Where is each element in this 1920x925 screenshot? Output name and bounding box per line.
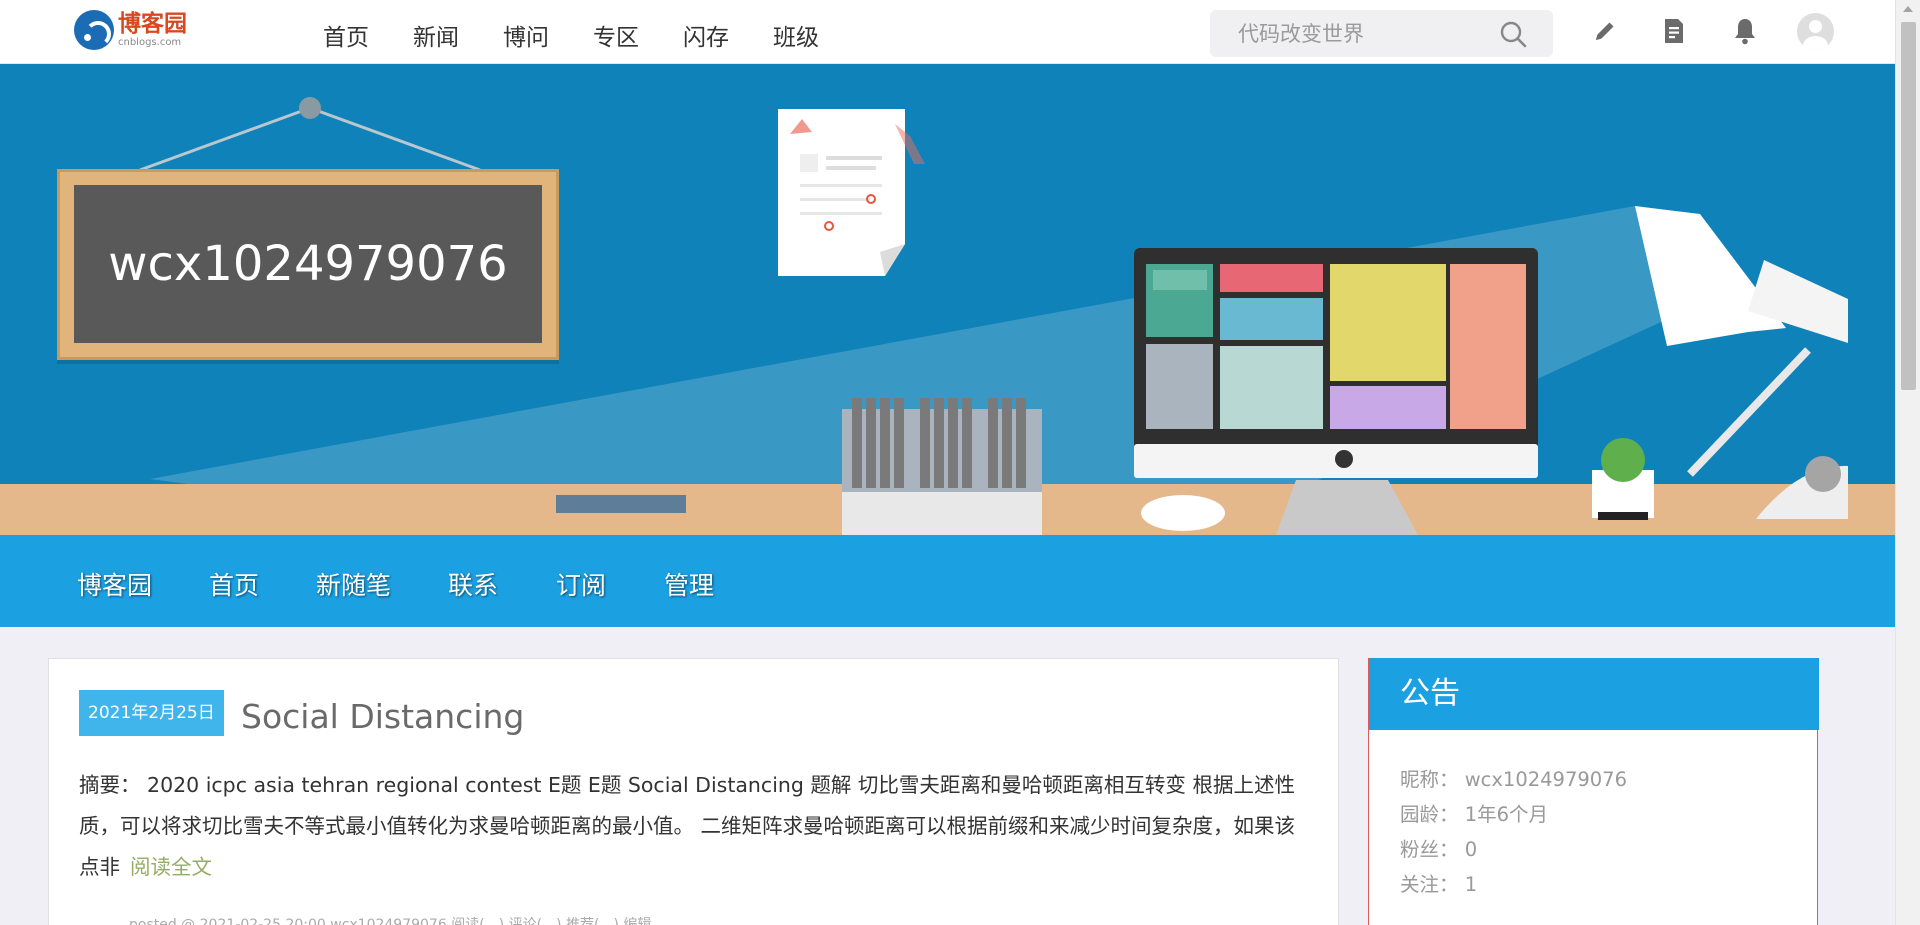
blog-nav-new-post[interactable]: 新随笔: [316, 566, 391, 602]
search-box: [1210, 10, 1553, 57]
post-meta: posted @ 2021-02-25 20:00 wcx1024979076 …: [129, 917, 652, 925]
summary-text: 2020 icpc asia tehran regional contest E…: [79, 773, 1296, 879]
cnblogs-logo[interactable]: 博客园 cnblogs.com: [74, 10, 187, 50]
blog-nav: 博客园 首页 新随笔 联系 订阅 管理: [0, 535, 1895, 627]
notice-title: 公告: [1369, 658, 1819, 730]
notice-panel: 公告 昵称： wcx1024979076 园龄： 1年6个月 粉丝： 0 关注：…: [1368, 658, 1819, 925]
profile-row-followers: 粉丝： 0: [1400, 832, 1627, 867]
edit-icon[interactable]: [1590, 16, 1620, 46]
followers-value[interactable]: 0: [1465, 838, 1477, 861]
blog-nav-contact[interactable]: 联系: [448, 566, 498, 602]
search-input[interactable]: [1238, 20, 1488, 48]
following-label: 关注：: [1400, 873, 1459, 896]
blog-nav-home[interactable]: 首页: [209, 566, 259, 602]
page-scrollbar[interactable]: [1895, 0, 1920, 925]
post-date: 2021年2月25日: [79, 690, 224, 736]
nav-home[interactable]: 首页: [323, 18, 369, 52]
nail-icon: [299, 97, 321, 119]
profile-info: 昵称： wcx1024979076 园龄： 1年6个月 粉丝： 0 关注： 1: [1400, 762, 1627, 902]
post-card: 2021年2月25日 Social Distancing 摘要： 2020 ic…: [48, 658, 1339, 925]
logo-text-en: cnblogs.com: [118, 36, 182, 48]
main-nav: 首页 新闻 博问 专区 闪存 班级: [323, 18, 863, 52]
blog-nav-cnblogs[interactable]: 博客园: [77, 566, 152, 602]
age-label: 园龄：: [1400, 803, 1459, 826]
mouse: [1141, 495, 1225, 531]
nav-zones[interactable]: 专区: [593, 18, 639, 52]
monitor-power-icon: [1335, 450, 1353, 468]
summary-label: 摘要：: [79, 773, 141, 797]
hanging-string: [139, 106, 311, 172]
keyboard: [556, 495, 686, 513]
document-icon[interactable]: [1659, 16, 1689, 46]
post-summary: 摘要： 2020 icpc asia tehran regional conte…: [79, 765, 1309, 888]
profile-row-following: 关注： 1: [1400, 867, 1627, 902]
blog-banner: wcx1024979076: [0, 64, 1895, 535]
chalkboard: wcx1024979076: [57, 169, 559, 360]
post-title[interactable]: Social Distancing: [241, 697, 524, 736]
profile-row-nickname: 昵称： wcx1024979076: [1400, 762, 1627, 797]
blog-nav-subscribe[interactable]: 订阅: [556, 566, 606, 602]
rss-logo-icon: [74, 10, 114, 50]
avatar[interactable]: [1797, 13, 1834, 50]
blog-title[interactable]: wcx1024979076: [108, 236, 507, 292]
scroll-up-arrow-icon[interactable]: [1903, 6, 1913, 12]
nav-class[interactable]: 班级: [773, 18, 819, 52]
nickname-link[interactable]: wcx1024979076: [1465, 768, 1627, 791]
scroll-thumb[interactable]: [1901, 22, 1916, 390]
age-value[interactable]: 1年6个月: [1465, 803, 1548, 826]
top-navbar: 博客园 cnblogs.com 首页 新闻 博问 专区 闪存 班级: [0, 0, 1895, 64]
logo-text-cn: 博客园: [118, 10, 187, 37]
search-icon[interactable]: [1499, 20, 1527, 48]
read-more-link[interactable]: 阅读全文: [130, 855, 212, 879]
followers-label: 粉丝：: [1400, 838, 1459, 861]
plant-icon: [1601, 438, 1645, 482]
blog-nav-manage[interactable]: 管理: [664, 566, 714, 602]
following-value[interactable]: 1: [1465, 873, 1477, 896]
profile-row-age: 园龄： 1年6个月: [1400, 797, 1627, 832]
nav-news[interactable]: 新闻: [413, 18, 459, 52]
nav-flash[interactable]: 闪存: [683, 18, 729, 52]
nickname-label: 昵称：: [1400, 768, 1459, 791]
nav-questions[interactable]: 博问: [503, 18, 549, 52]
bell-icon[interactable]: [1730, 16, 1760, 46]
